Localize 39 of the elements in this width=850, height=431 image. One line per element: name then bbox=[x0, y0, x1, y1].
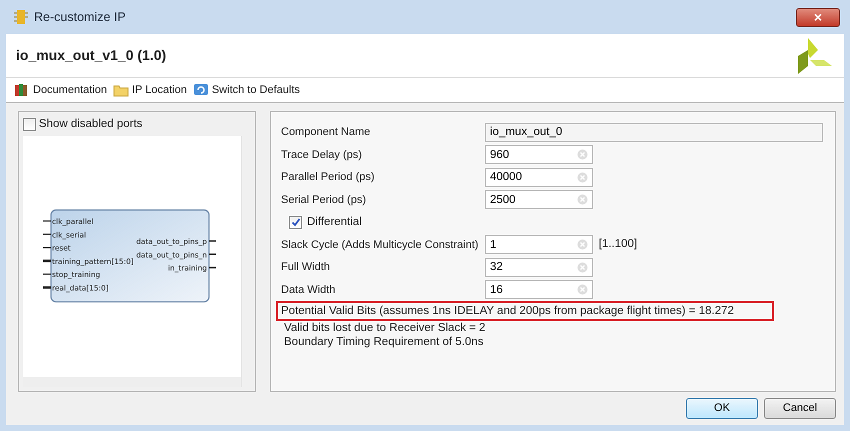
input-field[interactable]: io_mux_out_0 bbox=[485, 122, 823, 142]
field-label: Full Width bbox=[281, 260, 331, 275]
field-label: Serial Period (ps) bbox=[281, 192, 367, 208]
range-hint: [1..100] bbox=[598, 237, 638, 252]
input-field[interactable]: 32 bbox=[485, 258, 593, 277]
field-label: Parallel Period (ps) bbox=[281, 170, 376, 185]
window-title: Re-customize IP bbox=[34, 8, 126, 26]
checkbox-label: Show disabled ports bbox=[38, 117, 142, 132]
input-field[interactable]: 1 bbox=[485, 235, 593, 254]
clear-icon[interactable] bbox=[577, 194, 588, 206]
clear-icon[interactable] bbox=[577, 284, 588, 296]
field-label: Slack Cycle (Adds Multicycle Constraint) bbox=[281, 238, 480, 252]
input-field[interactable]: 16 bbox=[485, 280, 593, 300]
toolbar-button[interactable]: Switch to Defaults bbox=[192, 82, 300, 98]
clear-icon[interactable] bbox=[577, 149, 588, 160]
field-label: Data Width bbox=[281, 282, 336, 298]
refresh-icon bbox=[192, 82, 209, 98]
input-field[interactable]: 40000 bbox=[485, 168, 593, 187]
info-text: Potential Valid Bits (assumes 1ns IDELAY and 200ps from package flight times) = 18.272 bbox=[278, 303, 772, 319]
clear-icon[interactable] bbox=[577, 172, 588, 183]
input-field[interactable]: 960 bbox=[485, 145, 593, 164]
cancel-button[interactable]: Cancel bbox=[764, 398, 836, 419]
info-text: Valid bits lost due to Receiver Slack = 2 bbox=[283, 321, 486, 335]
field-label: Component Name bbox=[281, 125, 372, 140]
clear-icon[interactable] bbox=[577, 262, 588, 273]
ip-title: io_mux_out_v1_0 (1.0) bbox=[16, 47, 166, 64]
ok-button[interactable]: OK bbox=[686, 398, 758, 419]
field-label: Trace Delay (ps) bbox=[281, 148, 363, 162]
books-icon bbox=[14, 82, 30, 98]
close-button[interactable]: × bbox=[796, 8, 840, 26]
checkbox[interactable] bbox=[23, 118, 36, 132]
checkbox[interactable] bbox=[289, 216, 302, 229]
clear-icon[interactable] bbox=[577, 239, 588, 250]
info-text: Boundary Timing Requirement of 5.0ns bbox=[283, 335, 484, 349]
checkbox-label: Differential bbox=[307, 214, 362, 230]
toolbar-button[interactable]: IP Location bbox=[113, 82, 187, 98]
ip-icon bbox=[14, 9, 28, 25]
toolbar-button[interactable]: Documentation bbox=[14, 82, 107, 98]
input-field[interactable]: 2500 bbox=[485, 190, 593, 210]
